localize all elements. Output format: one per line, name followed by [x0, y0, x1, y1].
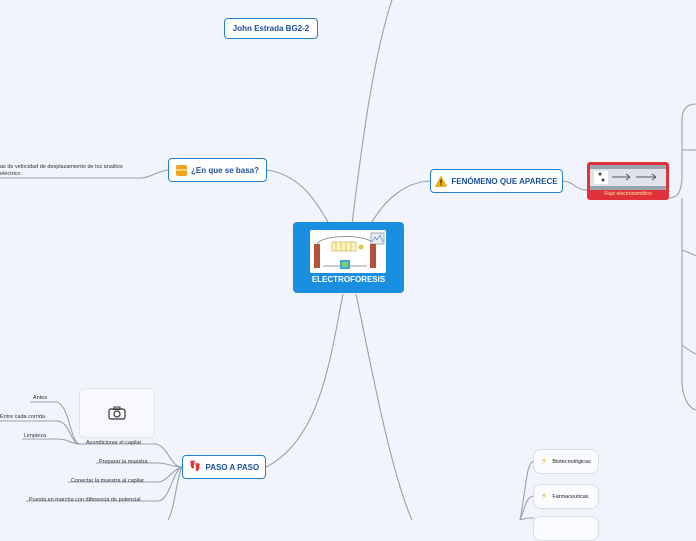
paso-node[interactable]: 👣︎ PASO A PASO: [182, 455, 266, 479]
central-image: [310, 230, 386, 273]
footprints-icon: 👣︎: [188, 461, 202, 472]
aplicacion-farmaceuticas[interactable]: ⚡︎ Farmaceuticas: [533, 484, 599, 509]
flow-image-content: [590, 165, 666, 190]
paso-conectar[interactable]: Conectar la muestra al capilar: [71, 478, 144, 484]
author-label: John Estrada BG2-2: [232, 24, 310, 33]
paso-acondicionar[interactable]: Acondicionar el capilar: [86, 440, 141, 446]
warning-icon: [435, 175, 448, 187]
electrophoresis-apparatus-icon: [314, 232, 385, 269]
camera-icon: [108, 406, 126, 420]
paso-antes[interactable]: Antes: [33, 395, 47, 401]
aplicacion-label: Farmaceuticas: [552, 493, 589, 500]
paso-entre-corrida[interactable]: Entre cada corrida: [0, 414, 45, 420]
author-node[interactable]: John Estrada BG2-2: [224, 18, 318, 39]
photo-placeholder[interactable]: [79, 388, 155, 438]
fenomeno-label: FENÓMENO QUE APARECE: [451, 176, 558, 186]
capillary-flow-icon: [590, 165, 666, 190]
paso-label: PASO A PASO: [205, 462, 260, 472]
fenomeno-node[interactable]: FENÓMENO QUE APARECE: [430, 169, 563, 193]
basa-text-line1: as de velocidad de desplazamiento de los…: [0, 164, 123, 170]
flow-image-caption: Flujo electroosmótico: [604, 191, 652, 197]
paso-puesta-marcha[interactable]: Puesta en marcha con diferencia de poten…: [29, 497, 141, 503]
central-title: ELECTROFORESIS: [311, 275, 386, 284]
aplicacion-label: Biotecnológicas: [552, 458, 591, 465]
basa-label: ¿En que se basa?: [190, 165, 260, 175]
aplicacion-biotecnologicas[interactable]: ⚡︎ Biotecnológicas: [533, 449, 599, 474]
paso-limpieza[interactable]: Limpieza: [24, 433, 46, 439]
basa-node[interactable]: ¿En que se basa?: [168, 158, 267, 182]
paso-preparar[interactable]: Preparar la muestra: [99, 459, 148, 465]
lightning-icon: ⚡︎: [541, 491, 548, 501]
box-icon: [175, 164, 187, 176]
lightning-icon: ⚡︎: [541, 456, 548, 466]
central-topic[interactable]: ELECTROFORESIS: [293, 222, 404, 293]
basa-text-line2: eléctrico.: [0, 171, 23, 177]
electroosmotic-flow-image[interactable]: Flujo electroosmótico: [587, 162, 669, 200]
